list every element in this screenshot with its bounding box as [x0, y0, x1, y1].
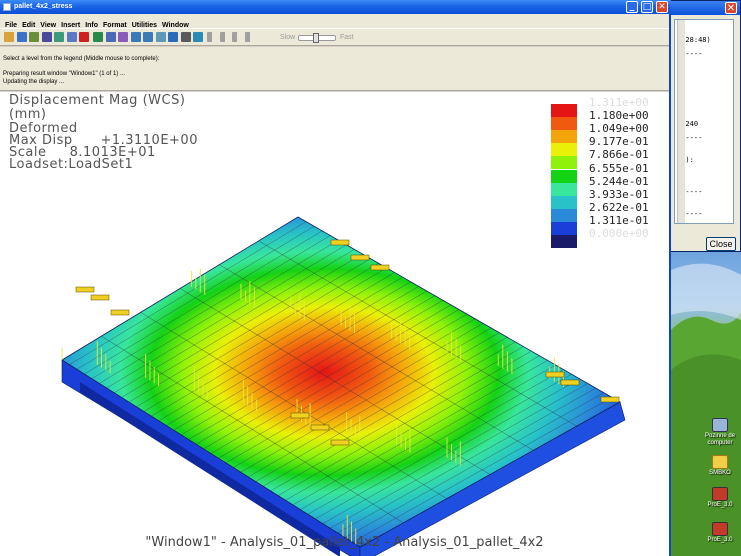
legend-color-swatch[interactable]	[551, 130, 577, 144]
constraint-marker	[75, 286, 95, 293]
legend-level-label[interactable]: 5.244e-01	[589, 175, 649, 188]
window-title: pallet_4x2_stress	[14, 3, 73, 10]
constraint-marker	[370, 264, 390, 271]
fit-icon[interactable]	[118, 32, 128, 42]
app-icon	[3, 3, 11, 11]
constraint-marker	[110, 309, 130, 316]
legend-level-label[interactable]: 7.866e-01	[589, 149, 649, 161]
close-button[interactable]: ✕	[656, 1, 668, 13]
legend-color-swatch[interactable]	[551, 195, 577, 209]
minimize-button[interactable]: _	[626, 1, 638, 13]
console-output: 5:28:48) ------ 77240 ------ es): ------…	[674, 19, 734, 224]
refit-icon[interactable]	[155, 32, 166, 42]
legend-level-label[interactable]: 1.311e-01	[589, 214, 649, 227]
result-units: (mm)	[9, 107, 47, 122]
legend-color-swatch[interactable]	[551, 169, 577, 183]
print-icon[interactable]	[41, 32, 52, 42]
speed-slider[interactable]	[298, 33, 336, 43]
model-icon[interactable]	[93, 32, 103, 42]
last-frame-icon[interactable]	[244, 32, 251, 42]
legend-level-label[interactable]: 1.049e+00	[589, 123, 649, 135]
constraint-marker	[330, 439, 350, 446]
legend-color-swatch[interactable]	[551, 235, 577, 249]
desktop-icon-label: Pozinne de computer	[704, 433, 736, 446]
spin-icon[interactable]	[168, 32, 178, 42]
legend-level-label[interactable]: 1.180e+00	[589, 110, 649, 122]
desktop-icon-proe-1[interactable]: ProE_3.0	[700, 487, 740, 509]
legend-color-swatch[interactable]	[551, 221, 577, 235]
desktop-icon-folder[interactable]: SMBKO	[700, 455, 740, 477]
legend-level-label[interactable]: 1.311e+00	[589, 97, 649, 109]
window-caption: "Window1" - Analysis_01_pallet_4x2 - Ana…	[145, 535, 544, 550]
zoom-in-icon[interactable]	[130, 32, 141, 42]
menu-bar: File Edit View Insert Info Format Utilities Win…	[0, 14, 669, 29]
stop-icon[interactable]	[219, 32, 226, 42]
proe-icon	[712, 522, 728, 536]
desktop-icon-label: ProE_3.0	[707, 502, 733, 508]
status-message: Preparing result window "Window1" (1 of …	[3, 71, 125, 77]
close-icon[interactable]: ✕	[725, 2, 737, 14]
prompt-message: Select a level from the legend (Middle m…	[3, 56, 160, 62]
result-loadset: Loadset:LoadSet1	[9, 157, 134, 172]
maximize-button[interactable]: □	[641, 1, 653, 13]
app-window: pallet_4x2_stress _ □ ✕ File Edit View Inse…	[0, 0, 671, 556]
delete-icon[interactable]	[79, 32, 89, 42]
grid-icon[interactable]	[29, 32, 39, 42]
legend-level-label[interactable]: 0.000e+00	[589, 228, 649, 240]
background-console-window[interactable]: ✕ 5:28:48) ------ 77240 ------ es): ----…	[668, 0, 741, 252]
legend-color-swatch[interactable]	[551, 182, 577, 196]
query-icon[interactable]	[193, 32, 203, 42]
constraint-marker	[290, 412, 310, 419]
desktop-icon-label: SMBKO	[709, 470, 731, 476]
toolbar: Slow Fast	[0, 28, 669, 46]
status-message: Updating the display ...	[3, 79, 65, 85]
result-title: Displacement Mag (WCS)	[9, 93, 186, 108]
table-icon[interactable]	[54, 32, 64, 42]
legend-color-swatch[interactable]	[551, 156, 577, 170]
constraint-marker	[310, 424, 330, 431]
constraint-marker	[90, 294, 110, 301]
title-bar[interactable]: pallet_4x2_stress _ □ ✕	[0, 0, 671, 14]
desktop-icon-computer[interactable]: Pozinne de computer	[700, 418, 740, 447]
graphics-window[interactable]: Displacement Mag (WCS) (mm) Deformed Max…	[0, 92, 669, 556]
legend-color-swatch[interactable]	[551, 143, 577, 157]
computer-icon	[712, 418, 728, 432]
open-icon[interactable]	[4, 32, 14, 42]
legend-level-label[interactable]: 6.555e-01	[589, 162, 649, 175]
legend-color-swatch[interactable]	[551, 208, 577, 222]
constraint-marker	[350, 254, 370, 261]
legend-color-swatch[interactable]	[551, 117, 577, 131]
window-icon[interactable]	[105, 32, 116, 42]
fast-label: Fast	[340, 34, 354, 41]
save-icon[interactable]	[16, 32, 27, 42]
constraint-marker	[600, 396, 620, 403]
zoom-out-icon[interactable]	[143, 32, 153, 42]
constraint-marker	[330, 239, 350, 246]
legend-level-label[interactable]: 2.622e-01	[589, 201, 649, 214]
slow-label: Slow	[280, 34, 296, 41]
first-frame-icon[interactable]	[232, 32, 238, 42]
constraint-marker	[560, 379, 580, 386]
slider-thumb[interactable]	[313, 33, 319, 43]
play-icon[interactable]	[207, 32, 213, 42]
legend-color-swatch[interactable]	[551, 104, 577, 118]
legend-level-label[interactable]: 3.933e-01	[589, 188, 649, 201]
constraint-marker	[545, 371, 565, 378]
folder-icon	[712, 455, 728, 469]
desktop-icon-proe-2[interactable]: ProE_3.0	[700, 522, 740, 544]
console-scrollbar[interactable]	[677, 20, 685, 223]
message-area: Select a level from the legend (Middle m…	[0, 47, 669, 91]
proe-icon	[712, 487, 728, 501]
wallpaper-hills	[671, 263, 741, 556]
legend-level-label[interactable]: 9.177e-01	[589, 136, 649, 148]
copy-icon[interactable]	[66, 32, 77, 42]
orient-icon[interactable]	[180, 32, 191, 42]
close-button[interactable]: Close	[706, 237, 736, 251]
desktop-icon-label: ProE_3.0	[707, 537, 733, 543]
